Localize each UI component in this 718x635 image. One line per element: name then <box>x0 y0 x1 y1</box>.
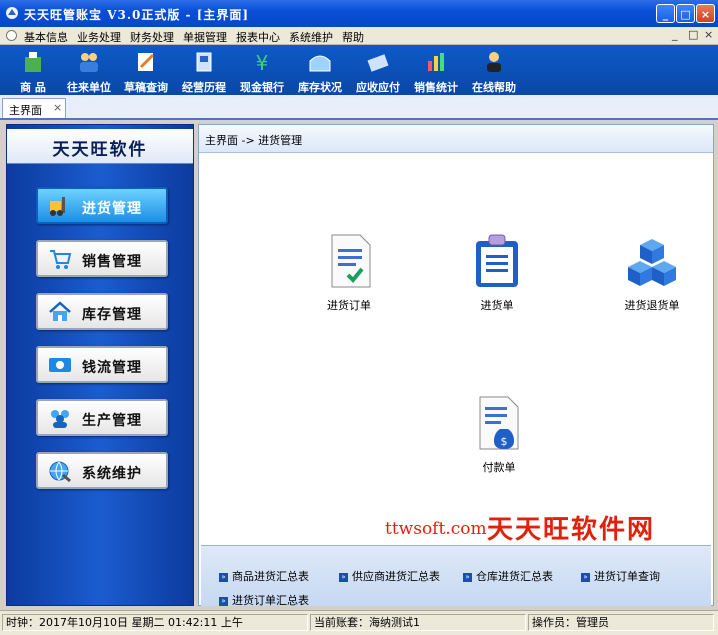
report-links-panel: » 商品进货汇总表 » 供应商进货汇总表 » 仓库进货汇总表 » 进货订单查询 » 进货订… <box>201 545 711 608</box>
tab-strip: 主界面 × <box>0 95 718 120</box>
clipboard-icon <box>476 234 518 287</box>
toolbar-products-button[interactable]: 商 品 <box>4 45 62 95</box>
sidebar-item-system[interactable]: 系统维护 <box>36 452 168 489</box>
menu-business[interactable]: 业务处理 <box>77 29 121 45</box>
history-icon <box>196 52 212 72</box>
double-arrow-icon: » <box>219 597 228 606</box>
menu-basic-info[interactable]: 基本信息 <box>24 29 68 45</box>
svg-text:$: $ <box>501 435 508 448</box>
watermark: ttwsoft.com 天天旺软件网 <box>385 509 711 545</box>
maximize-button[interactable]: □ <box>676 4 695 23</box>
cubes-icon <box>628 239 676 286</box>
close-button[interactable]: × <box>696 4 715 23</box>
online-help-icon <box>487 52 501 72</box>
sidebar-item-production[interactable]: 生产管理 <box>36 399 168 436</box>
module-purchase-return[interactable]: 进货退货单 <box>607 233 697 313</box>
money-flow-icon <box>49 358 71 372</box>
report-link-purchase-order-query[interactable]: » 进货订单查询 <box>581 568 660 584</box>
report-link-supplier-purchase-summary[interactable]: » 供应商进货汇总表 <box>339 568 440 584</box>
order-document-icon <box>331 234 371 288</box>
sidebar-item-cashflow[interactable]: 钱流管理 <box>36 346 168 383</box>
forklift-icon <box>50 197 65 216</box>
double-arrow-icon: » <box>581 573 590 582</box>
toolbar: 商 品 往来单位 草稿查询 经营历程 ¥ 现金银行 库存状况 应收应付 销售统计… <box>0 45 718 95</box>
report-link-product-purchase-summary[interactable]: » 商品进货汇总表 <box>219 568 309 584</box>
report-link-warehouse-purchase-summary[interactable]: » 仓库进货汇总表 <box>463 568 553 584</box>
warehouse-icon <box>309 55 331 72</box>
status-operator: 操作员：管理员 <box>528 614 714 631</box>
status-bar: 时钟：2017年10月10日 星期二 01:42:11 上午 当前账套：海纳测试… <box>0 610 718 635</box>
users-group-icon <box>51 410 69 428</box>
toolbar-sales-stats-button[interactable]: 销售统计 <box>407 45 465 95</box>
watermark-brand: 天天旺软件网 <box>487 515 656 545</box>
house-icon <box>49 301 71 321</box>
toolbar-history-button[interactable]: 经营历程 <box>175 45 233 95</box>
module-purchase-order[interactable]: 进货订单 <box>304 233 394 313</box>
breadcrumb-bar: 主界面 -> 进货管理 <box>199 125 713 153</box>
mdi-restore-button[interactable]: □ <box>688 28 698 41</box>
status-account: 当前账套：海纳测试1 <box>310 614 526 631</box>
menu-documents[interactable]: 单据管理 <box>183 29 227 45</box>
double-arrow-icon: » <box>219 573 228 582</box>
menu-system[interactable]: 系统维护 <box>289 29 333 45</box>
cash-bank-icon: ¥ <box>256 51 269 75</box>
toolbar-online-help-button[interactable]: 在线帮助 <box>465 45 523 95</box>
sidebar-brand: 天天旺软件 <box>7 129 193 164</box>
money-bag-document-icon: $ <box>479 396 519 450</box>
double-arrow-icon: » <box>463 573 472 582</box>
toolbar-partners-button[interactable]: 往来单位 <box>60 45 118 95</box>
svg-text:¥: ¥ <box>256 51 269 75</box>
toolbar-inventory-button[interactable]: 库存状况 <box>291 45 349 95</box>
mdi-close-button[interactable]: × <box>704 28 713 41</box>
status-clock: 时钟：2017年10月10日 星期二 01:42:11 上午 <box>2 614 308 631</box>
tab-main[interactable]: 主界面 × <box>2 98 66 118</box>
menu-help[interactable]: 帮助 <box>342 29 364 45</box>
menu-bar: 基本信息 业务处理 财务处理 单据管理 报表中心 系统维护 帮助 _ □ × <box>0 27 718 45</box>
products-icon <box>25 52 41 72</box>
bar-chart-icon <box>428 53 444 71</box>
mdi-minimize-button[interactable]: _ <box>672 28 678 41</box>
toolbar-drafts-button[interactable]: 草稿查询 <box>117 45 175 95</box>
shopping-cart-icon <box>50 250 72 269</box>
breadcrumb: 主界面 -> 进货管理 <box>205 134 303 147</box>
title-bar: 天天旺管账宝 V3.0正式版 - [主界面] _ □ × <box>0 0 718 27</box>
drafts-icon <box>138 53 155 71</box>
menu-app-icon <box>6 30 17 41</box>
sidebar-item-inventory[interactable]: 库存管理 <box>36 293 168 330</box>
main-panel: 主界面 -> 进货管理 进货订单 进货单 进货退货单 $ 付款单 ttwsoft… <box>198 124 714 608</box>
module-purchase-slip[interactable]: 进货单 <box>452 233 542 313</box>
module-payment-slip[interactable]: $ 付款单 <box>454 395 544 475</box>
app-icon <box>6 7 18 19</box>
globe-wrench-icon <box>49 461 71 482</box>
double-arrow-icon: » <box>339 573 348 582</box>
watermark-url: ttwsoft.com <box>385 519 487 539</box>
sidebar-item-purchase[interactable]: 进货管理 <box>36 187 168 224</box>
sidebar: 天天旺软件 进货管理 销售管理 库存管理 钱流管理 生产管理 系统维护 <box>6 124 194 606</box>
partners-icon <box>80 53 98 72</box>
minimize-button[interactable]: _ <box>656 4 675 23</box>
report-link-purchase-order-summary[interactable]: » 进货订单汇总表 <box>219 592 309 608</box>
menu-reports[interactable]: 报表中心 <box>236 29 280 45</box>
menu-finance[interactable]: 财务处理 <box>130 29 174 45</box>
receivables-icon <box>367 54 389 72</box>
sidebar-item-sales[interactable]: 销售管理 <box>36 240 168 277</box>
tab-close-icon[interactable]: × <box>53 101 62 114</box>
window-title: 天天旺管账宝 V3.0正式版 - [主界面] <box>24 8 250 22</box>
toolbar-receivables-button[interactable]: 应收应付 <box>349 45 407 95</box>
toolbar-cash-bank-button[interactable]: ¥ 现金银行 <box>233 45 291 95</box>
